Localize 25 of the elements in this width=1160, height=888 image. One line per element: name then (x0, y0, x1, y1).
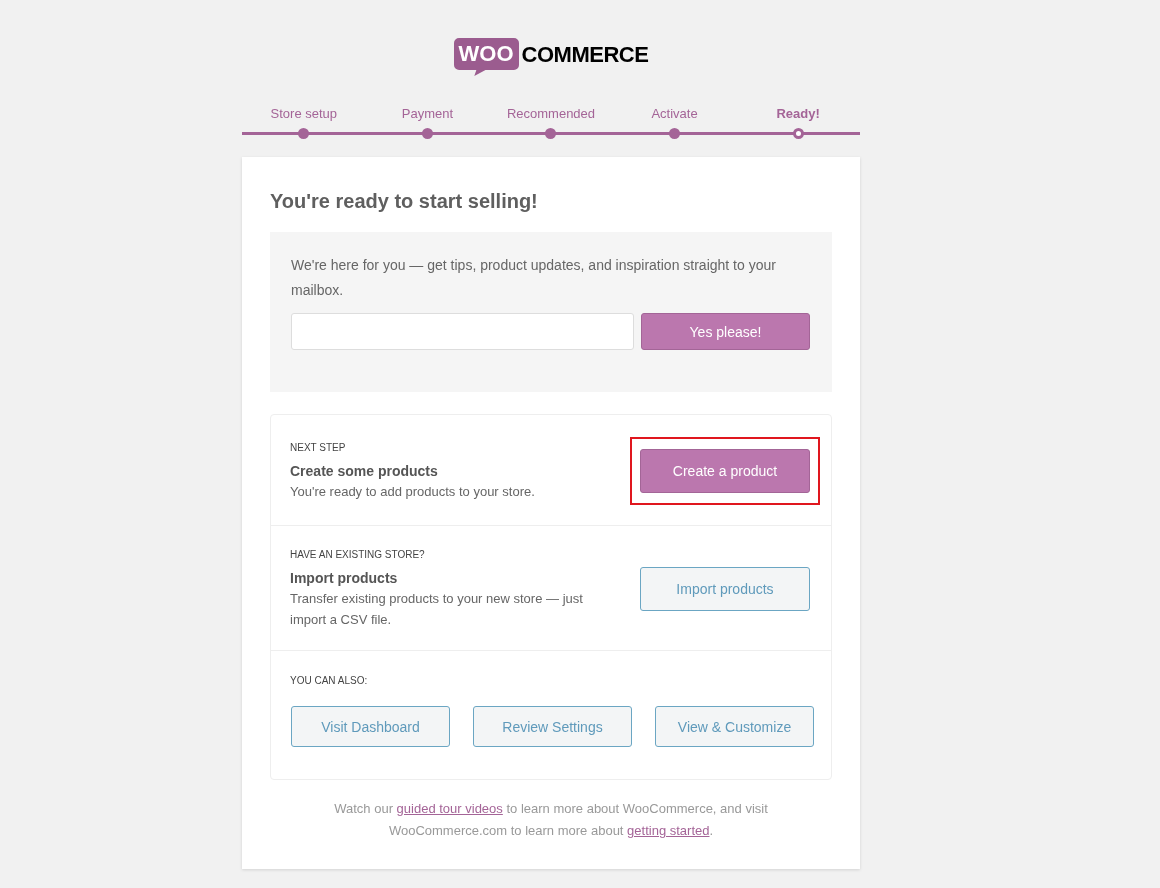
action-button[interactable]: Import products (640, 567, 810, 611)
email-input[interactable] (291, 313, 634, 350)
text-link[interactable]: guided tour videos (396, 801, 503, 816)
step-label: Ready! (776, 106, 820, 122)
step-title: Create some products (290, 461, 439, 481)
section-label: YOU CAN ALSO: (289, 674, 369, 688)
section-label: HAVE AN EXISTING STORE? (290, 548, 426, 562)
logo-badge: WOO (453, 38, 519, 76)
step-description: Transfer existing products to your new store — just import a CSV file. (290, 590, 584, 629)
logo-wordmark: COMMERCE (521, 43, 649, 67)
page-heading: You're ready to start selling! (270, 189, 539, 213)
step-label: Store setup (270, 106, 338, 122)
step-label: Payment (401, 106, 454, 122)
action-button[interactable]: Create a product (640, 449, 810, 493)
newsletter-text: We're here for you — get tips, product updates, and inspiration straight to your mailbox. (291, 256, 777, 300)
action-button[interactable]: View & Customize (655, 706, 814, 747)
step-title: Import products (290, 569, 399, 588)
action-button[interactable]: Visit Dashboard (291, 706, 450, 747)
footer-text: Watch our guided tour videos to learn more about WooCommerce, and visit WooCommerce.com to learn more about getting started. (333, 800, 769, 840)
step-label: Recommended (506, 106, 596, 122)
section-label: NEXT STEP (290, 440, 347, 455)
subscribe-button[interactable]: Yes please! (641, 313, 810, 350)
step-label: Activate (651, 106, 698, 122)
action-button[interactable]: Review Settings (473, 706, 632, 747)
step-description: You're ready to add products to your store. (290, 482, 535, 501)
